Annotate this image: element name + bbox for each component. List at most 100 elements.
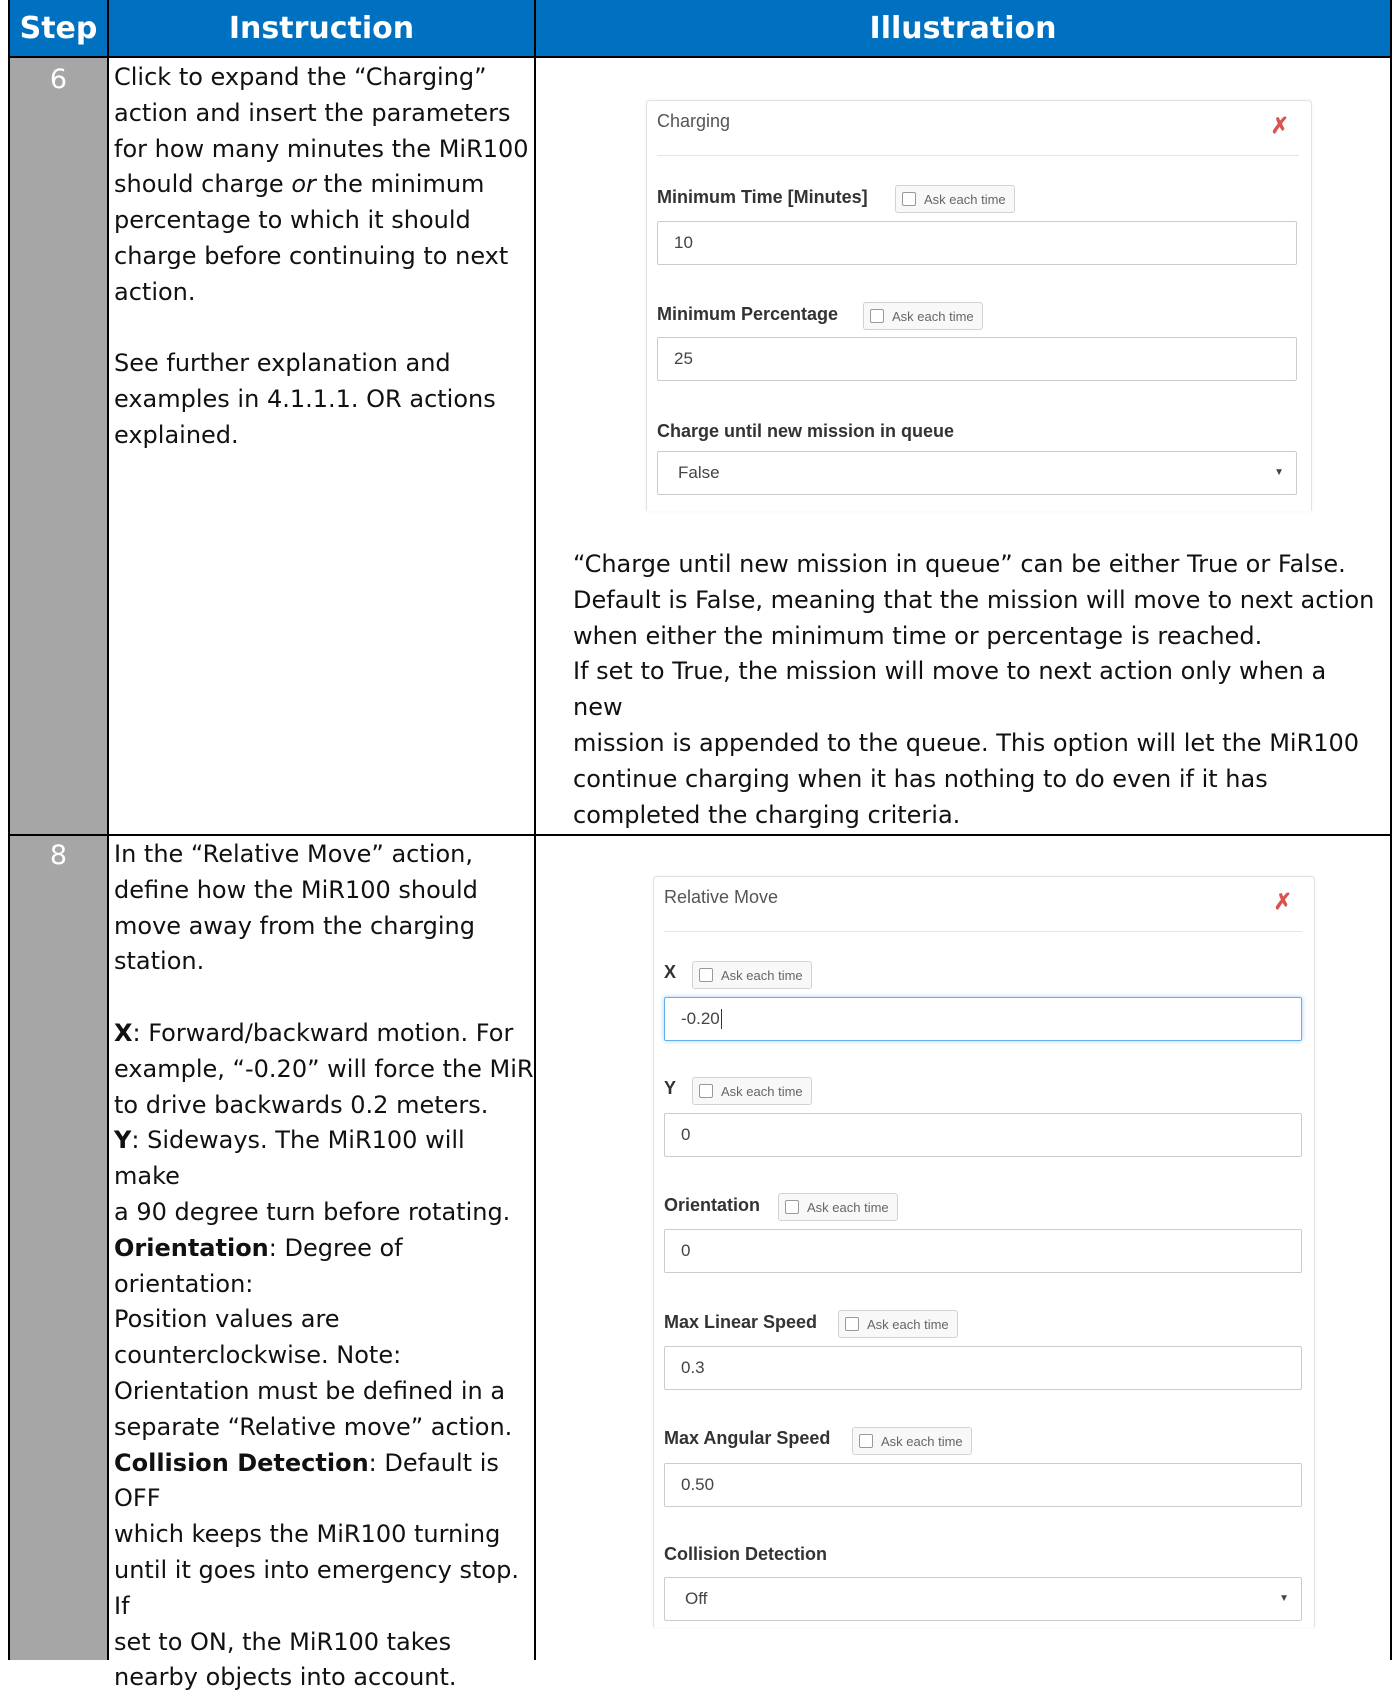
- field-label-max-angular-speed: Max Angular Speed: [664, 1428, 831, 1448]
- ask-each-time-toggle[interactable]: Ask each time: [838, 1310, 958, 1338]
- checkbox-icon[interactable]: [845, 1317, 859, 1331]
- minimum-percentage-input[interactable]: 25: [657, 337, 1297, 381]
- instruction-line: action and insert the parameters: [114, 98, 511, 127]
- charging-action-panel: Charging ✗ Minimum Time [Minutes] Ask ea…: [646, 100, 1312, 511]
- column-divider: [107, 0, 109, 1660]
- input-value: 0: [681, 1125, 691, 1144]
- instruction-line: X: Forward/backward motion. For: [114, 1016, 534, 1052]
- checkbox-icon[interactable]: [870, 309, 884, 323]
- step-number: 6: [49, 64, 68, 95]
- ask-each-time-label: Ask each time: [924, 191, 1006, 207]
- field-label-orientation: Orientation: [664, 1195, 761, 1215]
- x-input[interactable]: -0.20: [664, 997, 1302, 1041]
- instruction-line: define how the MiR100 should: [114, 875, 478, 904]
- ask-each-time-label: Ask each time: [867, 1316, 949, 1332]
- instruction-line: nearby objects into account.: [114, 1663, 457, 1692]
- header-step-label: Step: [19, 10, 98, 46]
- instruction-text-step-8: In the “Relative Move” action, define ho…: [114, 837, 534, 1696]
- ask-each-time-toggle[interactable]: Ask each time: [778, 1193, 898, 1221]
- input-value: 10: [674, 233, 693, 252]
- instruction-line: until it goes into emergency stop. If: [114, 1555, 519, 1620]
- collision-detection-select[interactable]: Off ▼: [664, 1577, 1302, 1621]
- description-line: continue charging when it has nothing to…: [573, 764, 1268, 793]
- header-instruction: Instruction: [109, 0, 534, 56]
- orientation-input[interactable]: 0: [664, 1229, 1302, 1273]
- input-value: 25: [674, 349, 693, 368]
- ask-each-time-label: Ask each time: [892, 308, 974, 324]
- instruction-line: Click to expand the “Charging”: [114, 63, 487, 91]
- instruction-line: separate “Relative move” action.: [114, 1412, 513, 1441]
- field-label-minimum-time: Minimum Time [Minutes]: [657, 187, 868, 207]
- instruction-line: Y: Sideways. The MiR100 will make: [114, 1123, 534, 1195]
- ask-each-time-toggle[interactable]: Ask each time: [895, 185, 1015, 213]
- term-y: Y: [114, 1126, 132, 1155]
- instruction-line: Orientation must be defined in a: [114, 1376, 506, 1405]
- instruction-line: a 90 degree turn before rotating.: [114, 1197, 511, 1226]
- instruction-line: charge before continuing to next: [114, 241, 509, 270]
- input-value: 0.50: [681, 1475, 715, 1494]
- description-line: completed the charging criteria.: [573, 800, 961, 829]
- close-icon[interactable]: ✗: [1271, 113, 1289, 139]
- instruction-line: example, “-0.20” will force the MiR: [114, 1054, 534, 1083]
- instruction-line: action.: [114, 277, 196, 306]
- description-line: “Charge until new mission in queue” can …: [573, 550, 1346, 578]
- minimum-time-input[interactable]: 10: [657, 221, 1297, 265]
- instruction-line: explained.: [114, 420, 239, 449]
- instruction-line: See further explanation and: [114, 349, 451, 378]
- charging-description: “Charge until new mission in queue” can …: [573, 547, 1383, 833]
- checkbox-icon[interactable]: [785, 1200, 799, 1214]
- header-illustration-label: Illustration: [869, 10, 1057, 46]
- ask-each-time-toggle[interactable]: Ask each time: [863, 302, 983, 330]
- ask-each-time-toggle[interactable]: Ask each time: [852, 1427, 972, 1455]
- instruction-text-step-6: Click to expand the “Charging” action an…: [114, 60, 534, 454]
- description-line: Default is False, meaning that the missi…: [573, 585, 1375, 614]
- field-label-minimum-percentage: Minimum Percentage: [657, 304, 839, 324]
- panel-title: Relative Move: [664, 887, 779, 907]
- term-collision-detection: Collision Detection: [114, 1448, 369, 1477]
- panel-divider: [664, 931, 1302, 932]
- select-value: False: [678, 463, 720, 482]
- description-line: when either the minimum time or percenta…: [573, 621, 1263, 650]
- instruction-line: Position values are: [114, 1305, 340, 1334]
- description-line: If set to True, the mission will move to…: [573, 657, 1327, 722]
- header-instruction-label: Instruction: [228, 10, 415, 46]
- instruction-fragment: : Sideways. The MiR100 will make: [114, 1126, 465, 1191]
- ask-each-time-label: Ask each time: [881, 1433, 963, 1449]
- input-value: -0.20: [681, 1009, 720, 1028]
- field-label-x: X: [664, 962, 677, 982]
- instruction-fragment: : Forward/backward motion. For: [132, 1018, 514, 1047]
- instruction-line: station.: [114, 947, 205, 976]
- relative-move-action-panel: Relative Move ✗ X Ask each time -0.20 Y …: [653, 876, 1315, 1627]
- ask-each-time-toggle[interactable]: Ask each time: [692, 961, 812, 989]
- ask-each-time-label: Ask each time: [807, 1199, 889, 1215]
- step-cell: [10, 58, 107, 834]
- instruction-line: counterclockwise. Note:: [114, 1341, 402, 1370]
- instruction-line: percentage to which it should: [114, 206, 471, 235]
- header-illustration: Illustration: [536, 0, 1390, 56]
- instruction-line: Collision Detection: Default is OFF: [114, 1446, 534, 1518]
- checkbox-icon[interactable]: [699, 1084, 713, 1098]
- max-linear-speed-input[interactable]: 0.3: [664, 1346, 1302, 1390]
- ask-each-time-toggle[interactable]: Ask each time: [692, 1077, 812, 1105]
- charge-until-new-mission-select[interactable]: False ▼: [657, 451, 1297, 495]
- instruction-line: for how many minutes the MiR100: [114, 134, 529, 163]
- checkbox-icon[interactable]: [902, 192, 916, 206]
- select-value: Off: [685, 1589, 708, 1608]
- row-divider: [10, 834, 1390, 836]
- max-angular-speed-input[interactable]: 0.50: [664, 1463, 1302, 1507]
- checkbox-icon[interactable]: [699, 968, 713, 982]
- instruction-line: move away from the charging: [114, 911, 475, 940]
- step-number: 8: [49, 840, 68, 871]
- instruction-line: examples in 4.1.1.1. OR actions: [114, 385, 496, 414]
- checkbox-icon[interactable]: [859, 1434, 873, 1448]
- instruction-line: should charge or the minimum: [114, 167, 534, 203]
- description-line: mission is appended to the queue. This o…: [573, 728, 1360, 757]
- ask-each-time-label: Ask each time: [721, 1083, 803, 1099]
- close-icon[interactable]: ✗: [1274, 889, 1292, 915]
- field-label-charge-until-new-mission: Charge until new mission in queue: [657, 421, 955, 441]
- chevron-down-icon[interactable]: ▼: [1279, 1593, 1289, 1604]
- chevron-down-icon[interactable]: ▼: [1274, 467, 1284, 478]
- input-value: 0: [681, 1241, 691, 1260]
- y-input[interactable]: 0: [664, 1113, 1302, 1157]
- instruction-line: set to ON, the MiR100 takes: [114, 1627, 452, 1656]
